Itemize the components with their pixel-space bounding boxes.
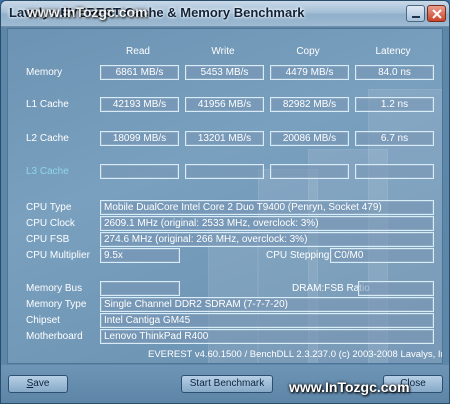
- minimize-button[interactable]: [406, 5, 425, 22]
- version-footer: EVEREST v4.60.1500 / BenchDLL 2.3.237.0 …: [148, 349, 443, 360]
- cpu-stepping-label: CPU Stepping: [266, 250, 330, 261]
- watermark-bottom: www.InTozgc.com: [289, 379, 410, 395]
- memory-latency-value: 84.0 ns: [355, 65, 434, 80]
- cpu-clock-label: CPU Clock: [26, 218, 75, 229]
- memory-type-value: Single Channel DDR2 SDRAM (7-7-7-20): [100, 297, 434, 312]
- close-window-button[interactable]: [427, 5, 446, 22]
- l1-latency-value: 1.2 ns: [355, 97, 434, 112]
- l2-copy-value: 20086 MB/s: [270, 131, 349, 146]
- memory-bus-label: Memory Bus: [26, 283, 83, 294]
- cpu-clock-value: 2609.1 MHz (original: 2533 MHz, overcloc…: [100, 216, 434, 231]
- benchmark-window: Lavalys EVEREST Cache & Memory Benchmark…: [0, 0, 450, 404]
- col-header-read: Read: [126, 46, 150, 57]
- memory-bus-value: [100, 281, 180, 296]
- row-label-l2-cache: L2 Cache: [26, 133, 69, 144]
- cpu-type-label: CPU Type: [26, 202, 72, 213]
- dram-fsb-value: [358, 281, 434, 296]
- motherboard-label: Motherboard: [26, 331, 83, 342]
- start-benchmark-button[interactable]: Start Benchmark: [181, 375, 273, 393]
- row-label-memory: Memory: [26, 67, 63, 78]
- watermark-top: www.InTozgc.com: [27, 4, 148, 20]
- cpu-multiplier-label: CPU Multiplier: [26, 250, 90, 261]
- l3-copy-value: [270, 164, 349, 179]
- row-label-l3-cache: L3 Cache: [26, 166, 69, 177]
- l2-latency-value: 6.7 ns: [355, 131, 434, 146]
- l1-write-value: 41956 MB/s: [185, 97, 264, 112]
- motherboard-value: Lenovo ThinkPad R400: [100, 329, 434, 344]
- l3-latency-value: [355, 164, 434, 179]
- l1-copy-value: 82982 MB/s: [270, 97, 349, 112]
- l1-read-value: 42193 MB/s: [100, 97, 179, 112]
- memory-write-value: 5453 MB/s: [185, 65, 264, 80]
- row-label-l1-cache: L1 Cache: [26, 99, 69, 110]
- cpu-fsb-value: 274.6 MHz (original: 266 MHz, overclock:…: [100, 232, 434, 247]
- l3-read-value: [100, 164, 179, 179]
- chipset-label: Chipset: [26, 315, 60, 326]
- col-header-copy: Copy: [296, 46, 320, 57]
- l2-read-value: 18099 MB/s: [100, 131, 179, 146]
- cpu-multiplier-value: 9.5x: [100, 248, 180, 263]
- memory-copy-value: 4479 MB/s: [270, 65, 349, 80]
- cpu-stepping-value: C0/M0: [330, 248, 434, 263]
- l2-write-value: 13201 MB/s: [185, 131, 264, 146]
- col-header-latency: Latency: [375, 46, 411, 57]
- col-header-write: Write: [211, 46, 235, 57]
- memory-type-label: Memory Type: [26, 299, 87, 310]
- chipset-value: Intel Cantiga GM45: [100, 313, 434, 328]
- cpu-type-value: Mobile DualCore Intel Core 2 Duo T9400 (…: [100, 200, 434, 215]
- memory-read-value: 6861 MB/s: [100, 65, 179, 80]
- cpu-fsb-label: CPU FSB: [26, 234, 70, 245]
- title-bar[interactable]: Lavalys EVEREST Cache & Memory Benchmark…: [1, 1, 449, 27]
- l3-write-value: [185, 164, 264, 179]
- close-icon: [432, 9, 442, 19]
- save-button[interactable]: Save: [8, 375, 68, 393]
- benchmark-panel: Read Write Copy Latency Memory 6861 MB/s…: [7, 28, 443, 364]
